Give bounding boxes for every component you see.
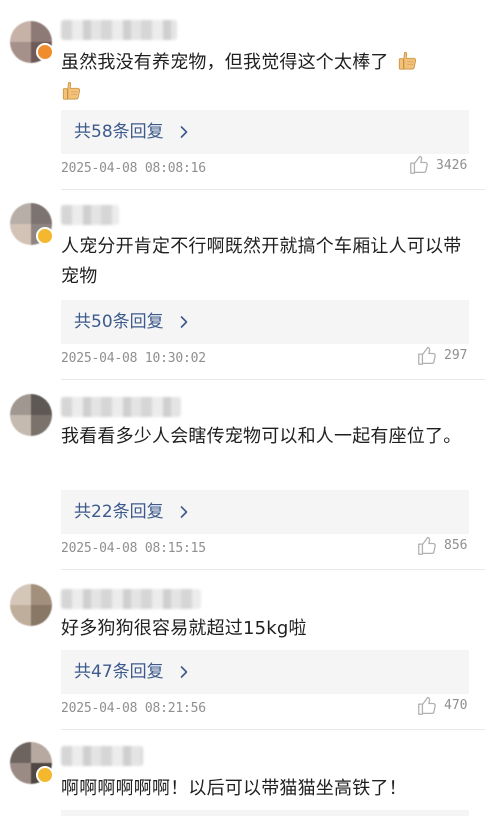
like-icon[interactable] bbox=[408, 154, 430, 176]
comment-text: 啊啊啊啊啊啊！以后可以带猫猫坐高铁了！ bbox=[61, 774, 473, 804]
username-blurred[interactable] bbox=[61, 20, 177, 40]
username-blurred[interactable] bbox=[61, 397, 181, 417]
comment-item: 人宠分开肯定不行啊既然开就搞个车厢让人可以带宠物 共50条回复 2025-04-… bbox=[0, 190, 485, 380]
comment-text-content: 好多狗狗很容易就超过15kg啦 bbox=[61, 618, 307, 639]
username-blurred[interactable] bbox=[61, 746, 143, 766]
replies-count-label: 共47条回复 bbox=[74, 662, 164, 682]
view-replies-button[interactable]: 共58条回复 bbox=[61, 110, 469, 154]
replies-count-label: 共22条回复 bbox=[74, 502, 164, 522]
chevron-right-icon bbox=[177, 125, 191, 139]
like-icon[interactable] bbox=[416, 535, 438, 557]
comment-timestamp: 2025-04-08 10:30:02 bbox=[61, 351, 206, 366]
comment-timestamp: 2025-04-08 08:08:16 bbox=[61, 161, 206, 176]
replies-count-label: 共58条回复 bbox=[74, 122, 164, 142]
comment-text: 人宠分开肯定不行啊既然开就搞个车厢让人可以带宠物 bbox=[61, 232, 473, 292]
comment-text-content: 人宠分开肯定不行啊既然开就搞个车厢让人可以带宠物 bbox=[61, 236, 462, 287]
chevron-right-icon bbox=[177, 315, 191, 329]
chevron-right-icon bbox=[177, 505, 191, 519]
thumbs-up-emoji-icon bbox=[61, 80, 83, 102]
view-replies-button[interactable] bbox=[61, 810, 469, 816]
comment-text-content: 我看看多少人会瞎传宠物可以和人一起有座位了。 bbox=[61, 426, 462, 447]
verified-badge-icon bbox=[36, 43, 54, 61]
thumbs-up-emoji-icon bbox=[397, 50, 419, 72]
comment-timestamp: 2025-04-08 08:21:56 bbox=[61, 701, 206, 716]
replies-count-label: 共50条回复 bbox=[74, 312, 164, 332]
comment-item: 好多狗狗很容易就超过15kg啦 共47条回复 2025-04-08 08:21:… bbox=[0, 570, 485, 730]
comment-item: 啊啊啊啊啊啊！以后可以带猫猫坐高铁了！ bbox=[0, 730, 485, 816]
like-count: 3426 bbox=[436, 158, 468, 173]
verified-badge-icon bbox=[36, 766, 54, 784]
username-blurred[interactable] bbox=[61, 589, 201, 609]
comment-text-content: 虽然我没有养宠物，但我觉得这个太棒了 bbox=[61, 52, 389, 73]
verified-badge-icon bbox=[36, 227, 54, 245]
avatar[interactable] bbox=[10, 584, 52, 626]
like-icon[interactable] bbox=[416, 345, 438, 367]
avatar[interactable] bbox=[10, 394, 52, 436]
like-count: 470 bbox=[444, 698, 468, 713]
view-replies-button[interactable]: 共22条回复 bbox=[61, 490, 469, 534]
comment-item: 虽然我没有养宠物，但我觉得这个太棒了 共58条回复 2025-04-08 08:… bbox=[0, 0, 485, 190]
username-blurred[interactable] bbox=[61, 205, 119, 225]
like-count: 297 bbox=[444, 348, 468, 363]
like-icon[interactable] bbox=[416, 695, 438, 717]
view-replies-button[interactable]: 共50条回复 bbox=[61, 300, 469, 344]
comment-text: 好多狗狗很容易就超过15kg啦 bbox=[61, 614, 473, 644]
comment-text-content: 啊啊啊啊啊啊！以后可以带猫猫坐高铁了！ bbox=[61, 778, 407, 799]
like-count: 856 bbox=[444, 538, 468, 553]
comment-text: 我看看多少人会瞎传宠物可以和人一起有座位了。 bbox=[61, 422, 473, 452]
comment-item: 我看看多少人会瞎传宠物可以和人一起有座位了。 共22条回复 2025-04-08… bbox=[0, 380, 485, 570]
comment-timestamp: 2025-04-08 08:15:15 bbox=[61, 541, 206, 556]
view-replies-button[interactable]: 共47条回复 bbox=[61, 650, 469, 694]
comment-text: 虽然我没有养宠物，但我觉得这个太棒了 bbox=[61, 48, 473, 108]
chevron-right-icon bbox=[177, 665, 191, 679]
